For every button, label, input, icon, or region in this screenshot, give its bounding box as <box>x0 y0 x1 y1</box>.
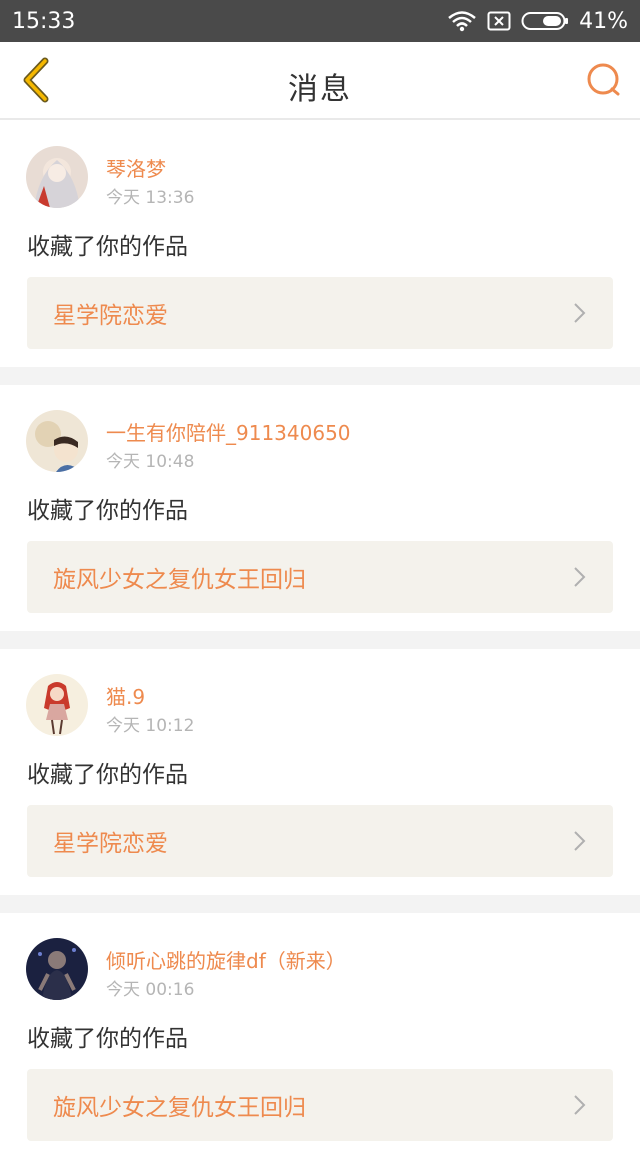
app-header: 消息 <box>0 42 640 120</box>
chevron-right-icon <box>571 830 587 852</box>
username[interactable]: 猫.9 <box>106 681 145 710</box>
status-icons: 41% <box>447 9 628 34</box>
username[interactable]: 琴洛梦 <box>106 153 166 182</box>
message-card: 一生有你陪伴_911340650 今天 10:48 收藏了你的作品 旋风少女之复… <box>0 385 640 631</box>
action-text: 收藏了你的作品 <box>27 1026 188 1052</box>
battery-icon <box>521 11 569 31</box>
action-text: 收藏了你的作品 <box>27 234 188 260</box>
work-title: 星学院恋爱 <box>53 831 168 857</box>
search-button[interactable] <box>584 62 624 102</box>
avatar[interactable] <box>26 410 88 472</box>
search-icon <box>585 61 623 103</box>
card-divider <box>0 895 640 913</box>
timestamp: 今天 00:16 <box>106 980 195 1000</box>
work-link[interactable]: 旋风少女之复仇女王回归 <box>27 541 613 613</box>
card-divider <box>0 631 640 649</box>
work-link[interactable]: 星学院恋爱 <box>27 277 613 349</box>
avatar[interactable] <box>26 674 88 736</box>
card-divider <box>0 367 640 385</box>
chevron-right-icon <box>571 1094 587 1116</box>
chevron-right-icon <box>571 566 587 588</box>
work-title: 星学院恋爱 <box>53 303 168 329</box>
wifi-icon <box>447 10 477 32</box>
chevron-right-icon <box>571 302 587 324</box>
username[interactable]: 倾听心跳的旋律df（新来） <box>106 945 346 974</box>
timestamp: 今天 10:48 <box>106 452 195 472</box>
timestamp: 今天 10:12 <box>106 716 195 736</box>
status-bar: 15:33 41% <box>0 0 640 42</box>
work-link[interactable]: 星学院恋爱 <box>27 805 613 877</box>
status-time: 15:33 <box>12 8 76 34</box>
page-title: 消息 <box>288 72 352 107</box>
work-link[interactable]: 旋风少女之复仇女王回归 <box>27 1069 613 1141</box>
avatar[interactable] <box>26 938 88 1000</box>
message-list: 琴洛梦 今天 13:36 收藏了你的作品 星学院恋爱 一生有你陪伴_911340… <box>0 121 640 1159</box>
timestamp: 今天 13:36 <box>106 188 195 208</box>
username[interactable]: 一生有你陪伴_911340650 <box>106 417 351 446</box>
message-card: 倾听心跳的旋律df（新来） 今天 00:16 收藏了你的作品 旋风少女之复仇女王… <box>0 913 640 1159</box>
action-text: 收藏了你的作品 <box>27 762 188 788</box>
sim-icon <box>487 11 511 31</box>
avatar[interactable] <box>26 146 88 208</box>
work-title: 旋风少女之复仇女王回归 <box>53 1095 306 1121</box>
message-card: 琴洛梦 今天 13:36 收藏了你的作品 星学院恋爱 <box>0 121 640 367</box>
work-title: 旋风少女之复仇女王回归 <box>53 567 306 593</box>
action-text: 收藏了你的作品 <box>27 498 188 524</box>
message-card: 猫.9 今天 10:12 收藏了你的作品 星学院恋爱 <box>0 649 640 895</box>
battery-percent: 41% <box>579 8 628 34</box>
